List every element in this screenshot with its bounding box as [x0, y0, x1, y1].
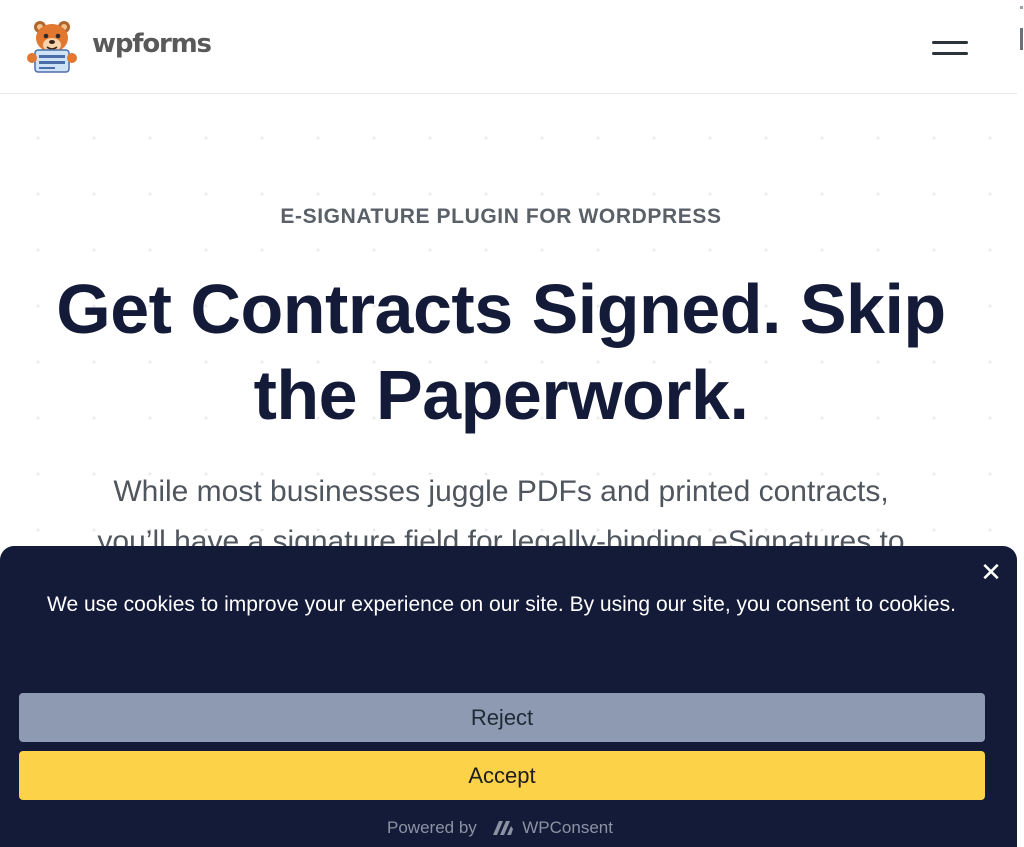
wpconsent-logo-icon	[492, 821, 513, 835]
window-edge-dot	[1020, 6, 1023, 9]
powered-by-label: Powered by	[387, 818, 477, 837]
hamburger-menu-button[interactable]	[928, 36, 972, 62]
headline-line-1: Get Contracts Signed. Skip	[56, 270, 946, 348]
site-header: wpforms	[0, 0, 1017, 94]
wpforms-logo-link[interactable]: wpforms	[26, 18, 212, 74]
window-edge	[1017, 0, 1024, 847]
menu-bar-top	[932, 41, 968, 44]
cookie-consent-banner: ✕ We use cookies to improve your experie…	[0, 546, 1017, 847]
page: wpforms E-SIGNATURE PLUGIN FOR WORDPRESS…	[0, 0, 1017, 847]
powered-by: Powered by WPConsent	[0, 818, 1000, 838]
bear-mascot-icon	[27, 21, 77, 73]
powered-by-brand-link[interactable]: WPConsent	[522, 818, 613, 837]
menu-bar-bottom	[932, 52, 968, 55]
hero-eyebrow: E-SIGNATURE PLUGIN FOR WORDPRESS	[280, 205, 722, 228]
logo-wordmark: wpforms	[92, 29, 212, 59]
headline-line-2: the Paperwork.	[253, 356, 749, 434]
accept-button[interactable]: Accept	[19, 751, 985, 800]
cookie-message: We use cookies to improve your experienc…	[47, 593, 956, 616]
scrollbar-thumb[interactable]	[1020, 28, 1023, 50]
lead-line-1: While most businesses juggle PDFs and pr…	[113, 475, 889, 508]
close-icon[interactable]: ✕	[976, 558, 1006, 588]
reject-button[interactable]: Reject	[19, 693, 985, 742]
hero-headline: Get Contracts Signed. Skip the Paperwork…	[0, 266, 1002, 438]
